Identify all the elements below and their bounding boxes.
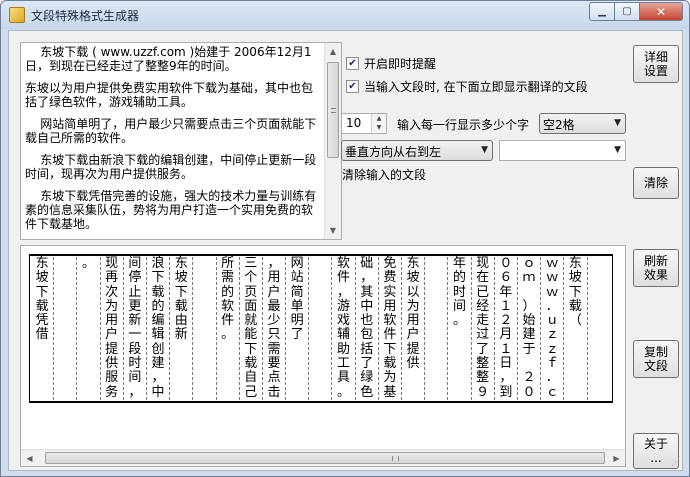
client-area: 东坡下载 ( www.uzzf.com )始建于 2006年12月1日，到现在已…: [8, 30, 683, 471]
copy-button-label: 复制 文段: [643, 345, 668, 373]
output-column: 现在已经走过了整整９: [472, 256, 495, 400]
output-column: 。: [77, 256, 101, 400]
output-column: 浪下载的编辑创建，中: [147, 256, 171, 400]
copy-button[interactable]: 复制 文段: [633, 340, 679, 378]
extra-select[interactable]: ▼: [499, 140, 626, 161]
spacing-select[interactable]: 空2格 ▼: [539, 113, 626, 134]
output-textarea[interactable]: 东坡下载凭借。现再次为用户提供服务间停止更新一段时间，浪下载的编辑创建，中东坡下…: [20, 245, 626, 467]
instant-alert-option[interactable]: ✔ 开启即时提醒: [346, 55, 436, 72]
vertical-text-columns: 东坡下载凭借。现再次为用户提供服务间停止更新一段时间，浪下载的编辑创建，中东坡下…: [31, 256, 611, 400]
spin-up-icon[interactable]: ▲: [372, 114, 386, 123]
scroll-thumb[interactable]: [327, 62, 339, 158]
output-column: [425, 257, 449, 400]
spin-down-icon[interactable]: ▼: [372, 123, 386, 132]
source-textarea[interactable]: 东坡下载 ( www.uzzf.com )始建于 2006年12月1日，到现在已…: [20, 42, 342, 240]
scroll-up-icon[interactable]: ▲: [325, 43, 341, 60]
grip-icon: [392, 456, 399, 461]
output-column: ｏｍ ）始建于 ２０: [518, 256, 542, 400]
output-column: 间停止更新一段时间，: [124, 256, 147, 400]
source-paragraph: 网站简单明了，用户最少只需要点击三个页面就能下载自己所需的软件。: [25, 117, 317, 145]
chevron-down-icon: ▼: [614, 145, 621, 155]
scroll-thumb[interactable]: [45, 452, 605, 464]
output-column: ０ ６ 年 １ ２ 月 １ 日，到: [495, 256, 518, 400]
refresh-button[interactable]: 刷新 效果: [633, 249, 679, 287]
chars-per-line-value: 10: [346, 116, 362, 130]
output-column: 东坡下载（: [564, 256, 588, 400]
output-column: 年的时间。: [448, 256, 472, 400]
source-paragraph: 东坡下载 ( www.uzzf.com )始建于 2006年12月1日，到现在已…: [25, 45, 312, 73]
title-bar[interactable]: 文段特殊格式生成器 ▁ ▢ ✕: [1, 1, 689, 29]
chevron-down-icon: ▼: [481, 145, 488, 155]
grip-icon: [331, 108, 336, 113]
source-paragraph: 东坡下载凭借完善的设施，强大的技术力量与训练有素的信息采集队伍，势将为用户打造一…: [25, 189, 317, 231]
app-icon: [9, 7, 25, 23]
output-column: 软件，游戏辅助工具。: [332, 256, 356, 400]
chars-per-line-spinner[interactable]: 10 ▲ ▼: [341, 113, 387, 134]
source-paragraph: 东坡以为用户提供免费实用软件下载为基础，其中也包括了绿色软件，游戏辅助工具。: [25, 81, 314, 109]
output-column: 三个页面就能下载自己: [240, 256, 263, 400]
settings-button-label: 详细 设置: [643, 50, 668, 78]
output-column: 础，其中也包括了绿色: [356, 256, 379, 400]
close-button[interactable]: ✕: [640, 2, 683, 21]
direction-value: 垂直方向从右到左: [345, 145, 442, 159]
instant-alert-label: 开启即时提醒: [364, 57, 437, 71]
clear-button-label: 清除: [643, 176, 668, 190]
chevron-down-icon: ▼: [614, 118, 621, 128]
source-vertical-scrollbar[interactable]: ▲ ▼: [324, 43, 341, 239]
maximize-button[interactable]: ▢: [615, 2, 640, 21]
scroll-down-icon[interactable]: ▼: [325, 222, 341, 239]
refresh-button-label: 刷新 效果: [643, 254, 668, 282]
instant-alert-checkbox[interactable]: ✔: [346, 57, 359, 70]
window-title: 文段特殊格式生成器: [31, 9, 140, 23]
resize-grip-icon[interactable]: ⋰: [671, 458, 680, 468]
output-column: 现再次为用户提供服务: [101, 256, 124, 400]
source-text: 东坡下载 ( www.uzzf.com )始建于 2006年12月1日，到现在已…: [25, 45, 321, 239]
output-column: 免费实用软件下载为基: [379, 256, 402, 400]
settings-button[interactable]: 详细 设置: [633, 45, 679, 83]
show-translation-option[interactable]: ✔ 当输入文段时, 在下面立即显示翻译的文段: [346, 78, 588, 95]
output-column: ｗ ｗ ｗ ． ｕ ｚ ｚ ｆ ． ｃ: [541, 256, 565, 400]
output-column: 东坡下载凭借: [31, 256, 55, 400]
output-column: 所需的软件。: [217, 256, 240, 400]
output-column: 网站简单明了: [286, 256, 310, 400]
output-column: 东坡以为用户提供: [402, 256, 426, 400]
spacing-value: 空2格: [543, 118, 575, 132]
show-translation-checkbox[interactable]: ✔: [346, 80, 359, 93]
show-translation-label: 当输入文段时, 在下面立即显示翻译的文段: [364, 80, 588, 94]
clear-button[interactable]: 清除: [633, 167, 679, 199]
clear-input-label: 清除输入的文段: [342, 168, 427, 182]
output-column: [193, 257, 217, 400]
chars-per-line-label: 输入每一行显示多少个字: [397, 118, 530, 132]
direction-select[interactable]: 垂直方向从右到左 ▼: [341, 140, 493, 161]
source-paragraph: 东坡下载由新浪下载的编辑创建，中间停止更新一段时间，现再次为用户提供服务。: [25, 153, 317, 181]
window-controls: ▁ ▢ ✕: [589, 2, 683, 21]
output-column: 东坡下载由新: [170, 256, 194, 400]
minimize-button[interactable]: ▁: [589, 2, 615, 21]
output-column: [54, 257, 78, 400]
output-column: [309, 257, 333, 400]
scroll-right-icon[interactable]: ▶: [608, 450, 625, 466]
app-window: 文段特殊格式生成器 ▁ ▢ ✕ 东坡下载 ( www.uzzf.com )始建于…: [0, 0, 690, 477]
output-column: ，用户最少只需要点击: [263, 256, 287, 400]
scroll-left-icon[interactable]: ◀: [21, 450, 38, 466]
output-horizontal-scrollbar[interactable]: ◀ ▶: [21, 449, 625, 466]
about-button-label: 关于 ...: [643, 437, 668, 465]
